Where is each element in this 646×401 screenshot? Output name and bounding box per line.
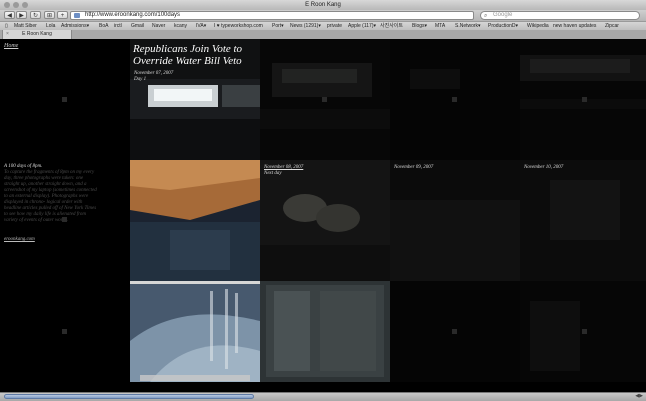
desktop-screenshot [130,281,260,382]
headline: Republicans Join Vote to Override Water … [133,43,243,67]
search-icon: ⌕ [484,13,488,19]
window-title: E Roon Kang [305,2,341,8]
back-icon: ◀ [7,13,12,19]
grid-marker [582,97,587,102]
home-link[interactable]: Home [4,43,18,49]
tab-e-roon-kang[interactable]: × E Roon Kang [2,30,72,39]
sidebar: Home A 100 days of 8pm. To capture the f… [0,39,130,392]
grid-marker [582,329,587,334]
grid-marker [322,97,327,102]
floor-photo [390,160,520,281]
address-bar[interactable]: http://www.eroonkang.com/100days [70,11,474,20]
site-icon [74,13,80,18]
day-2-photo-down[interactable]: November 08, 2007 Next day [260,160,390,281]
grid-marker [452,329,457,334]
day-2-label: Next day [264,171,282,176]
day-1-photo-up[interactable]: Republicans Join Vote to Override Water … [130,39,260,160]
back-button[interactable]: ◀ [4,11,15,19]
shoes-photo [260,160,390,281]
close-tab-icon[interactable]: × [6,30,9,39]
add-icon: + [60,13,65,19]
project-text: To capture the fragments of 8pm on my ev… [4,170,97,223]
forward-icon: ▶ [19,13,24,19]
desk-photo [130,160,260,281]
forward-button[interactable]: ▶ [16,11,27,19]
bookmark-icon: ⊞ [46,13,53,19]
day-4-photo-down[interactable]: November 10, 2007 [520,160,646,281]
add-bookmark-button[interactable]: + [57,11,68,19]
day-4-date: November 10, 2007 [524,165,564,170]
day-3-date: November 09, 2007 [394,165,434,170]
grid-marker [62,217,67,222]
browser-toolbar: ◀ ▶ ↻ ⊞ + http://www.eroonkang.com/100da… [0,10,646,21]
scroll-thumb[interactable] [4,394,254,399]
reload-icon: ↻ [32,13,39,19]
tab-label: E Roon Kang [22,31,52,37]
grid-marker [62,329,67,334]
address-text: http://www.eroonkang.com/100days [85,12,181,18]
site-link[interactable]: eroonkang.com [4,237,35,242]
day-1-label: Day 1 [134,77,147,82]
day-1-photo-down[interactable] [130,160,260,281]
day-3-photo-down[interactable]: November 09, 2007 [390,160,520,281]
day-1-screenshot[interactable] [130,281,260,382]
project-description: A 100 days of 8pm. To capture the fragme… [4,164,99,224]
day-2-screenshot[interactable] [260,281,390,382]
grid-marker [62,97,67,102]
floor-photo-dark [520,160,646,281]
search-field[interactable]: ⌕ Google [480,11,640,20]
scroll-arrows-icon[interactable]: ◀▶ [635,393,643,400]
bookmark-button[interactable]: ⊞ [44,11,55,19]
page-content: Home A 100 days of 8pm. To capture the f… [0,39,646,392]
search-placeholder: Google [493,12,513,18]
desktop-screenshot-2 [260,281,390,382]
reload-button[interactable]: ↻ [30,11,41,19]
grid-marker [452,97,457,102]
